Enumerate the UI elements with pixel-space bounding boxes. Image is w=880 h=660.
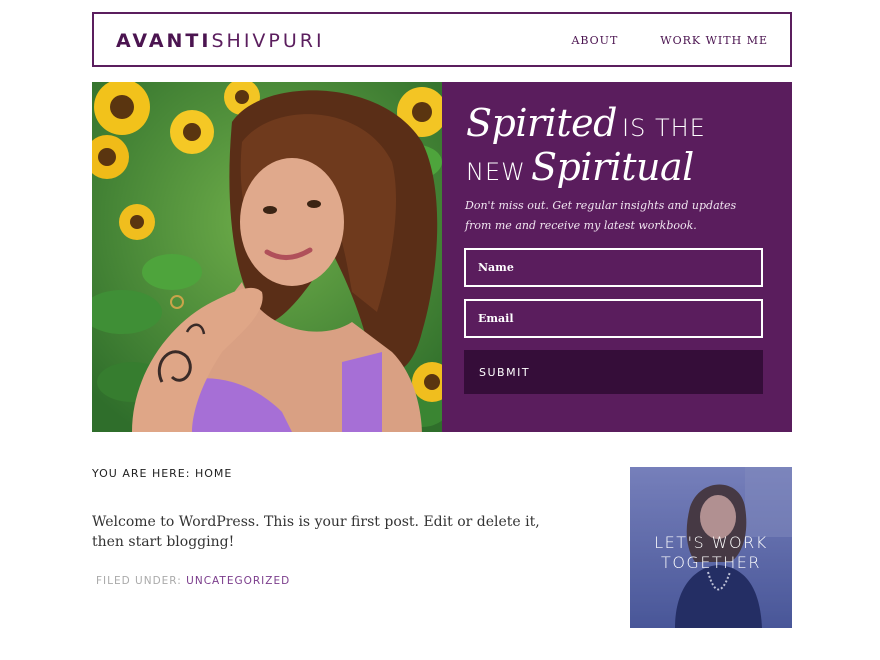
site-logo[interactable]: AVANTISHIVPURI [116, 30, 325, 52]
breadcrumb: YOU ARE HERE: HOME [92, 467, 233, 480]
category-link[interactable]: UNCATEGORIZED [186, 575, 290, 587]
filed-under-label: FILED UNDER: [96, 575, 182, 587]
headline-script-spirited: Spirited [466, 101, 617, 145]
hero-headline: Spirited IS THE NEW Spiritual [466, 104, 706, 192]
headline-is-the: IS THE [622, 114, 706, 142]
headline-script-spiritual: Spiritual [530, 145, 694, 189]
primary-nav: ABOUT WORK WITH ME [571, 34, 768, 47]
logo-first-name: AVANTI [116, 30, 212, 52]
hero-portrait-photo [92, 82, 442, 432]
widget-line-2: TOGETHER [661, 553, 761, 572]
email-field[interactable]: Email [464, 299, 763, 338]
nav-about[interactable]: ABOUT [571, 34, 618, 47]
signup-tagline: Don't miss out. Get regular insights and… [465, 199, 737, 232]
work-together-widget[interactable]: LET'S WORK TOGETHER [630, 467, 792, 628]
name-field[interactable]: Name [464, 248, 763, 287]
post-meta: FILED UNDER: UNCATEGORIZED [96, 575, 290, 587]
post-content: Welcome to WordPress. This is your first… [92, 514, 540, 550]
widget-line-1: LET'S WORK [654, 533, 768, 552]
newsletter-signup-panel: Spirited IS THE NEW Spiritual Don't miss… [442, 82, 792, 432]
submit-button[interactable]: SUBMIT [464, 350, 763, 394]
widget-caption: LET'S WORK TOGETHER [630, 533, 792, 573]
nav-work-with-me[interactable]: WORK WITH ME [660, 34, 768, 47]
logo-last-name: SHIVPURI [211, 30, 325, 52]
site-header: AVANTISHIVPURI ABOUT WORK WITH ME [92, 12, 792, 67]
headline-new: NEW [466, 158, 526, 186]
